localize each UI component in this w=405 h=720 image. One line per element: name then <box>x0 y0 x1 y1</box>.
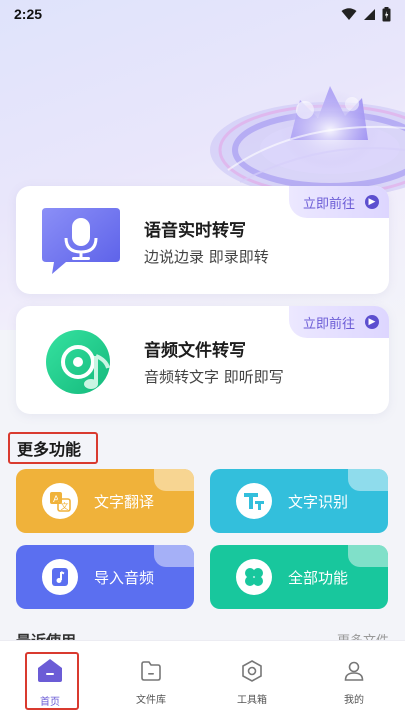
status-bar: 2:25 <box>0 0 405 28</box>
status-time: 2:25 <box>14 6 43 22</box>
text-recognition-icon <box>236 483 272 519</box>
all-features-button[interactable]: 全部功能 <box>210 545 388 609</box>
tile-label: 导入音频 <box>94 568 155 587</box>
text-recognition-button[interactable]: 文字识别 <box>210 469 388 533</box>
home-tab-highlight-box <box>25 652 79 710</box>
tile-label: 文字识别 <box>288 492 349 511</box>
card-subtitle: 边说边录 即录即转 <box>144 248 269 266</box>
chevron-right-icon: ▶ <box>365 195 379 209</box>
banner-illustration <box>210 86 405 198</box>
realtime-transcribe-card[interactable]: 立即前往 ▶ 语音实时转写 边说边录 即录即转 <box>16 186 389 294</box>
tab-label: 我的 <box>344 695 364 706</box>
tile-label: 文字翻译 <box>94 492 155 511</box>
bottom-tab-bar: 首页 文件库 工具箱 我的 <box>0 640 405 720</box>
go-now-label: 立即前往 <box>303 316 356 332</box>
import-audio-button[interactable]: 导入音频 <box>16 545 194 609</box>
tab-mine[interactable]: 我的 <box>304 641 404 711</box>
card-title: 语音实时转写 <box>144 221 246 241</box>
translate-icon: A 文 <box>42 483 78 519</box>
more-features-heading-box: 更多功能 <box>8 432 98 464</box>
cell-signal-icon <box>364 8 375 20</box>
tab-label: 文件库 <box>136 695 166 706</box>
card-title: 音频文件转写 <box>144 341 246 361</box>
chevron-right-icon: ▶ <box>365 315 379 329</box>
tile-label: 全部功能 <box>288 568 349 587</box>
audio-file-transcribe-card[interactable]: 立即前往 ▶ 音频文件转写 音频转文字 即听即写 <box>16 306 389 414</box>
clover-grid-icon <box>236 559 272 595</box>
battery-icon <box>382 6 391 21</box>
wifi-icon <box>341 7 357 20</box>
go-now-label: 立即前往 <box>303 196 356 212</box>
person-icon <box>344 661 364 681</box>
go-now-button[interactable]: 立即前往 ▶ <box>289 186 389 218</box>
music-note-icon <box>42 559 78 595</box>
folder-icon <box>141 661 161 681</box>
svg-text:文: 文 <box>61 501 69 511</box>
card-subtitle: 音频转文字 即听即写 <box>144 368 284 386</box>
tab-label: 工具箱 <box>237 695 267 706</box>
microphone-chat-icon <box>42 208 120 274</box>
toolbox-hexagon-icon <box>242 660 262 682</box>
vinyl-music-note-icon <box>46 330 110 394</box>
tab-toolbox[interactable]: 工具箱 <box>202 641 302 711</box>
more-features-title: 更多功能 <box>17 440 82 459</box>
go-now-button[interactable]: 立即前往 ▶ <box>289 306 389 338</box>
tab-file-library[interactable]: 文件库 <box>101 641 201 711</box>
text-translate-button[interactable]: A 文 文字翻译 <box>16 469 194 533</box>
